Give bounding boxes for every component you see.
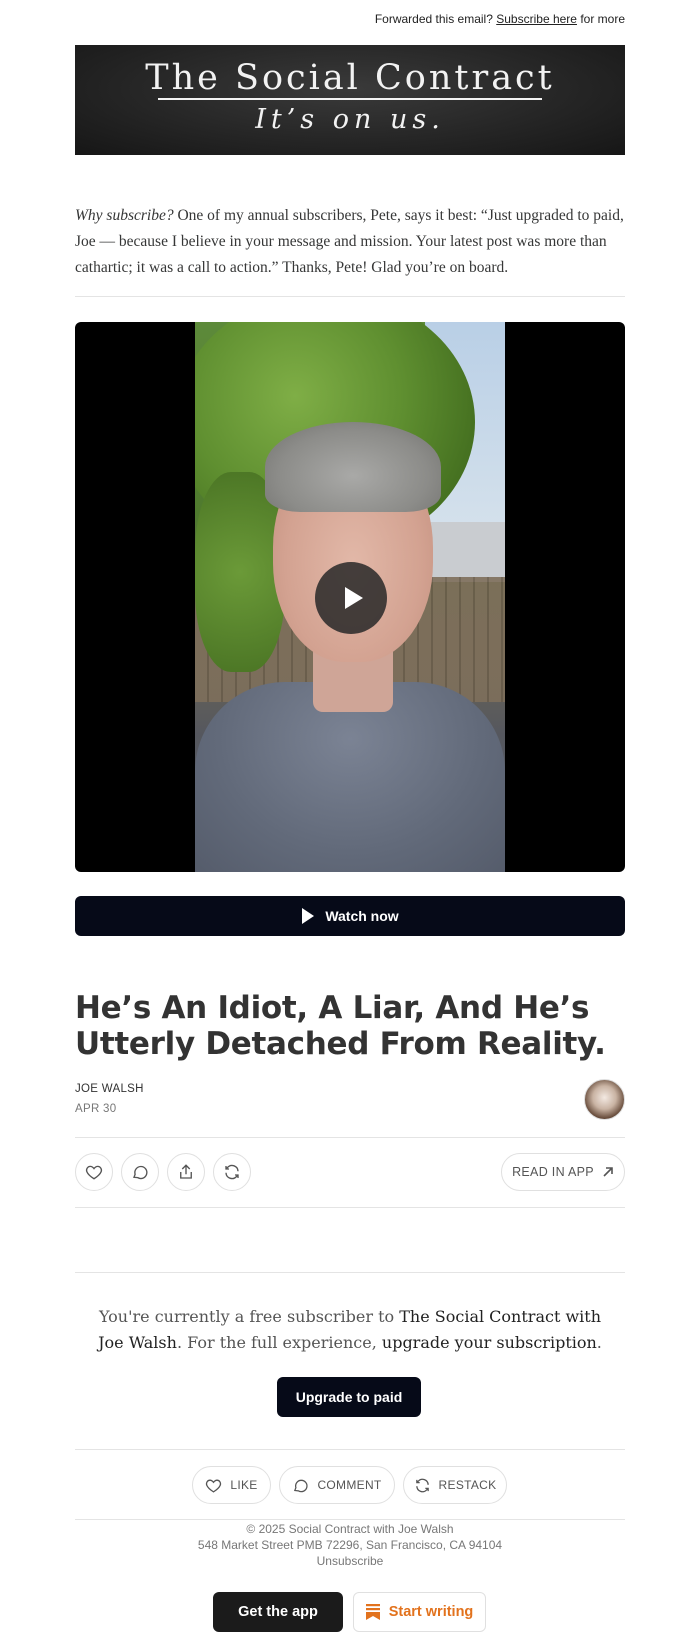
divider [75,1449,625,1450]
post-title[interactable]: He’s An Idiot, A Liar, And He’s Utterly … [75,990,625,1062]
like-button[interactable] [75,1153,113,1191]
subscription-notice: You're currently a free subscriber to Th… [95,1304,605,1356]
comment-icon [294,1479,309,1492]
unsubscribe-link[interactable]: Unsubscribe [75,1553,625,1569]
post-author[interactable]: JOE WALSH [75,1083,144,1095]
publication-banner[interactable]: The Social Contract It’s on us. [75,45,625,155]
share-icon [180,1164,192,1179]
post-date: APR 30 [75,1103,117,1115]
forwarded-notice: Forwarded this email? Subscribe here for… [375,12,625,26]
heart-icon [85,1165,103,1180]
intro-lead: Why subscribe? [75,207,174,224]
arrow-up-right-icon [603,1167,613,1177]
upgrade-link[interactable]: upgrade your subscription [382,1333,597,1352]
divider [75,1137,625,1138]
play-icon [302,908,315,924]
substack-logo-icon [365,1604,380,1620]
banner-title: The Social Contract [145,58,555,98]
read-in-app-button[interactable]: READ IN APP [501,1153,625,1191]
divider [75,1272,625,1273]
divider [75,1519,625,1520]
subscription-text: . For the full experience, [176,1333,382,1352]
comment-icon [133,1165,148,1180]
restack-button[interactable] [213,1153,251,1191]
divider [75,296,625,297]
watch-now-label: Watch now [325,908,399,924]
intro-paragraph: Why subscribe? One of my annual subscrib… [75,203,625,281]
read-in-app-label: READ IN APP [512,1165,594,1179]
get-the-app-button[interactable]: Get the app [213,1592,343,1632]
divider [75,1207,625,1208]
subscription-text: . [596,1333,602,1352]
address: 548 Market Street PMB 72296, San Francis… [197,1538,503,1552]
share-button[interactable] [167,1153,205,1191]
start-writing-button[interactable]: Start writing [353,1592,486,1632]
video-player[interactable] [75,322,625,872]
start-writing-label: Start writing [388,1604,474,1620]
banner-rule [158,98,542,100]
forwarded-suffix: for more [580,12,625,26]
heart-icon [206,1479,222,1493]
copyright: © 2025 Social Contract with Joe Walsh [246,1522,454,1536]
subscribe-here-link[interactable]: Subscribe here [496,12,577,26]
comment-label: COMMENT [317,1478,382,1492]
comment-button[interactable] [121,1153,159,1191]
restack-pill-button[interactable]: RESTACK [403,1466,507,1504]
comment-pill-button[interactable]: COMMENT [279,1466,395,1504]
restack-label: RESTACK [438,1478,497,1492]
play-icon[interactable] [315,562,387,634]
banner-tagline: It’s on us. [255,104,445,135]
subscription-text: You're currently a free subscriber to [99,1307,400,1326]
like-label: LIKE [230,1478,258,1492]
watch-now-button[interactable]: Watch now [75,896,625,936]
author-avatar[interactable] [584,1079,625,1120]
restack-icon [415,1478,429,1492]
restack-icon [225,1164,239,1180]
forwarded-prefix: Forwarded this email? [374,12,493,26]
upgrade-to-paid-button[interactable]: Upgrade to paid [277,1377,421,1417]
like-pill-button[interactable]: LIKE [192,1466,271,1504]
footer: © 2025 Social Contract with Joe Walsh 54… [75,1521,625,1569]
